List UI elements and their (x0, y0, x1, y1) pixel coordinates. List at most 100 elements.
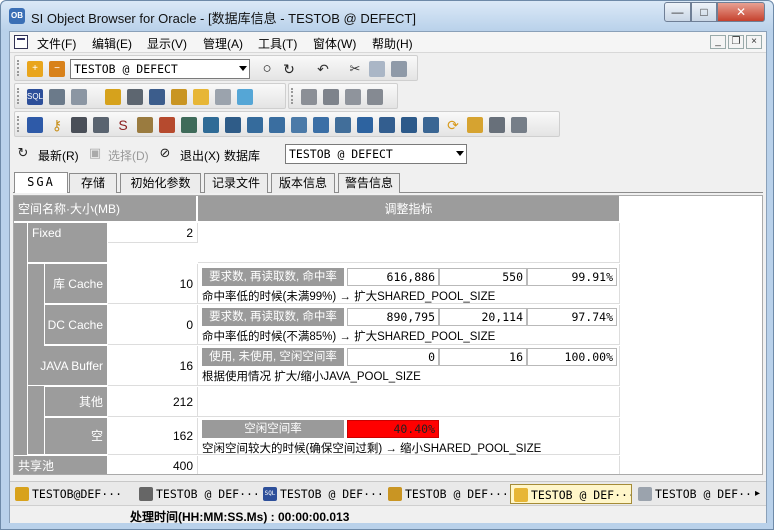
window-tab[interactable]: TESTOB @ DEF··· (385, 484, 506, 504)
tab-alert-info[interactable]: 警告信息 (338, 173, 400, 193)
window-tab[interactable]: SQL TESTOB @ DEF··· (260, 484, 381, 504)
minimize-button[interactable]: — (664, 2, 691, 22)
toolbar-grip[interactable] (17, 60, 20, 76)
trigger-icon[interactable] (203, 117, 219, 133)
transfer-icon[interactable] (367, 89, 383, 105)
cut-icon[interactable]: ✂ (347, 61, 363, 77)
directory-icon[interactable] (379, 117, 395, 133)
window-tab[interactable]: TESTOB@DEF··· (12, 484, 132, 504)
row-name-dc-cache: DC Cache (45, 305, 108, 345)
snapshot-icon[interactable] (313, 117, 329, 133)
mdi-close-button[interactable]: × (746, 35, 762, 49)
mdi-restore-button[interactable]: ❐ (728, 35, 744, 49)
monitor-icon[interactable] (71, 89, 87, 105)
exit-button[interactable]: 退出(X) (180, 147, 220, 164)
stat-value: 890,795 (347, 308, 439, 326)
mdi-minimize-button[interactable]: _ (710, 35, 726, 49)
menu-view[interactable]: 显示(V) (147, 35, 187, 52)
package-icon[interactable] (137, 117, 153, 133)
menu-admin[interactable]: 管理(A) (203, 35, 243, 52)
stat-value: 616,886 (347, 268, 439, 286)
tab-version-info[interactable]: 版本信息 (271, 173, 335, 193)
maximize-button[interactable]: □ (691, 2, 717, 22)
stat-value: 0 (347, 348, 439, 366)
select-button[interactable]: 选择(D) (108, 147, 149, 164)
view-icon[interactable] (71, 117, 87, 133)
sql-icon: SQL (263, 487, 277, 501)
tab-sga[interactable]: SGA (14, 172, 68, 193)
connection-select[interactable]: TESTOB @ DEFECT (70, 59, 250, 79)
objects-icon[interactable] (215, 89, 231, 105)
copy-icon[interactable] (369, 61, 385, 77)
function-icon[interactable] (181, 117, 197, 133)
info-icon[interactable] (511, 117, 527, 133)
tab-storage[interactable]: 存储 (69, 173, 117, 193)
cluster-icon[interactable] (269, 117, 285, 133)
menu-help[interactable]: 帮助(H) (372, 35, 413, 52)
tab-log-files[interactable]: 记录文件 (204, 173, 268, 193)
toolbar-connection: + − TESTOB @ DEFECT ○ ↻ ↶ ✂ (14, 55, 418, 81)
type-icon[interactable] (335, 117, 351, 133)
document-icon[interactable] (14, 35, 28, 49)
synonym-icon[interactable] (93, 117, 109, 133)
window-tab-bar: TESTOB@DEF··· TESTOB @ DEF··· SQL TESTOB… (10, 481, 766, 505)
refresh-icon[interactable]: ↻ (16, 146, 30, 160)
sequence-icon[interactable]: S (115, 117, 131, 133)
tab-init-params[interactable]: 初始化参数 (120, 173, 201, 193)
database-select[interactable]: TESTOB @ DEFECT (285, 144, 467, 164)
import-icon[interactable] (323, 89, 339, 105)
recycle-icon[interactable]: ⟳ (445, 117, 461, 133)
lob-icon[interactable] (489, 117, 505, 133)
refresh-icon[interactable]: ↻ (281, 61, 297, 77)
cylinder-icon[interactable] (193, 89, 209, 105)
menu-window[interactable]: 窗体(W) (313, 35, 356, 52)
group-indent (14, 223, 28, 455)
toolbar-objects: SQL (14, 83, 286, 109)
disconnect-icon[interactable]: − (49, 61, 65, 77)
dblink-icon[interactable] (291, 117, 307, 133)
query-icon[interactable] (49, 89, 65, 105)
scroll-right-icon[interactable]: ▸ (755, 488, 760, 499)
stat-value: 20,114 (439, 308, 527, 326)
export-icon[interactable] (301, 89, 317, 105)
lock-icon[interactable] (171, 89, 187, 105)
undo-icon[interactable]: ↶ (315, 61, 331, 77)
exit-icon[interactable]: ⊘ (158, 146, 172, 160)
procedure-icon[interactable] (159, 117, 175, 133)
toolbar-grip[interactable] (291, 88, 294, 104)
refresh-button[interactable]: 最新(R) (38, 147, 79, 164)
queue-icon[interactable] (423, 117, 439, 133)
library-icon[interactable] (401, 117, 417, 133)
user-icon[interactable] (105, 89, 121, 105)
menu-tools[interactable]: 工具(T) (258, 35, 297, 52)
window-tab-active[interactable]: TESTOB @ DEF··· (510, 484, 632, 504)
network-icon[interactable] (237, 89, 253, 105)
toolbar-grip[interactable] (17, 88, 20, 104)
menu-file[interactable]: 文件(F) (37, 35, 76, 52)
index-icon[interactable] (225, 117, 241, 133)
toolbar-grip[interactable] (17, 116, 20, 132)
database-icon[interactable] (127, 89, 143, 105)
key-icon[interactable]: ⚷ (49, 117, 65, 133)
stat-value: 97.74% (527, 308, 617, 326)
close-button[interactable]: ✕ (717, 2, 765, 22)
compare-icon[interactable] (345, 89, 361, 105)
java-icon[interactable] (357, 117, 373, 133)
constraint-icon[interactable] (247, 117, 263, 133)
session-icon[interactable] (149, 89, 165, 105)
window-tab[interactable]: TESTOB @ DEF··· (136, 484, 257, 504)
window-tab-label: TESTOB @ DEF··· (156, 487, 257, 501)
row-tuning-fixed (198, 223, 620, 263)
menu-edit[interactable]: 编辑(E) (92, 35, 132, 52)
row-size-library-cache: 10 (108, 264, 198, 304)
db-icon (15, 487, 29, 501)
tuning-note: 命中率低的时候(未满99%) → 扩大SHARED_POOL_SIZE (202, 291, 496, 303)
table-icon[interactable] (27, 117, 43, 133)
job-icon[interactable] (467, 117, 483, 133)
circle-icon[interactable]: ○ (259, 61, 275, 77)
sql-icon[interactable]: SQL (27, 89, 43, 105)
paste-icon[interactable] (391, 61, 407, 77)
new-connection-icon[interactable]: + (27, 61, 43, 77)
window-tab[interactable]: TESTOB @ DEF··· (635, 484, 753, 504)
row-size-other: 212 (108, 387, 198, 417)
